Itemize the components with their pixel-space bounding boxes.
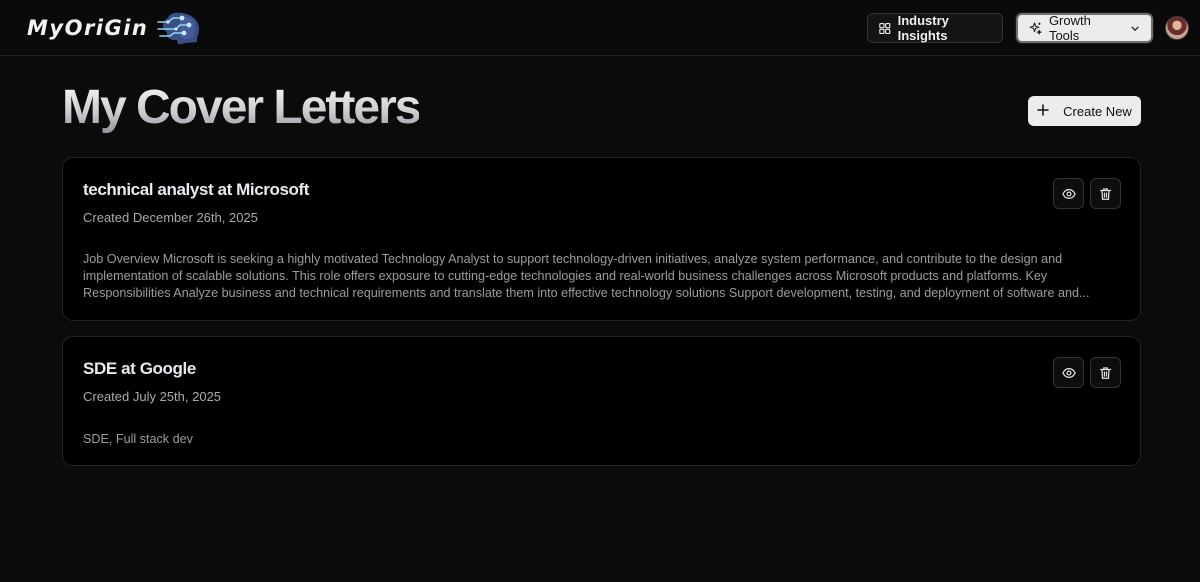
view-button[interactable] <box>1053 178 1084 209</box>
page-title: My Cover Letters <box>62 81 421 134</box>
cover-letter-card[interactable]: SDE at Google Created July 25th, 2025 SD… <box>62 336 1141 466</box>
view-button[interactable] <box>1053 357 1084 388</box>
brain-network-logo-icon <box>157 12 200 45</box>
delete-button[interactable] <box>1090 178 1121 209</box>
chevron-down-icon <box>1131 26 1139 31</box>
cover-letter-created-date: Created July 25th, 2025 <box>83 389 222 404</box>
cover-letter-created-date: Created December 26th, 2025 <box>83 210 258 225</box>
cover-letter-card[interactable]: technical analyst at Microsoft Created D… <box>62 157 1141 321</box>
trash-icon <box>1100 366 1111 379</box>
top-navigation-bar: MyOriGin Industry Insights Growth Tools <box>0 0 1200 56</box>
eye-icon <box>1061 188 1076 199</box>
user-avatar[interactable] <box>1165 16 1189 40</box>
sparkles-icon <box>1029 22 1042 35</box>
trash-icon <box>1100 187 1111 200</box>
eye-icon <box>1061 367 1076 378</box>
cover-letter-title: SDE at Google <box>83 359 196 378</box>
industry-insights-label: Industry Insights <box>897 13 949 43</box>
cover-letter-title: technical analyst at Microsoft <box>83 180 310 199</box>
grid-icon <box>879 22 891 34</box>
app-logo[interactable]: MyOriGin <box>27 10 204 46</box>
create-new-label: Create New <box>1063 103 1132 119</box>
industry-insights-button[interactable]: Industry Insights <box>867 13 1003 43</box>
plus-icon <box>1037 104 1049 116</box>
cover-letter-description: Job Overview Microsoft is seeking a high… <box>83 252 1090 300</box>
logo-text: MyOriGin <box>27 16 149 40</box>
growth-tools-dropdown[interactable]: Growth Tools <box>1016 13 1153 43</box>
create-new-button[interactable]: Create New <box>1028 96 1141 126</box>
delete-button[interactable] <box>1090 357 1121 388</box>
cover-letter-description: SDE, Full stack dev <box>83 432 193 446</box>
growth-tools-label: Growth Tools <box>1048 13 1091 43</box>
